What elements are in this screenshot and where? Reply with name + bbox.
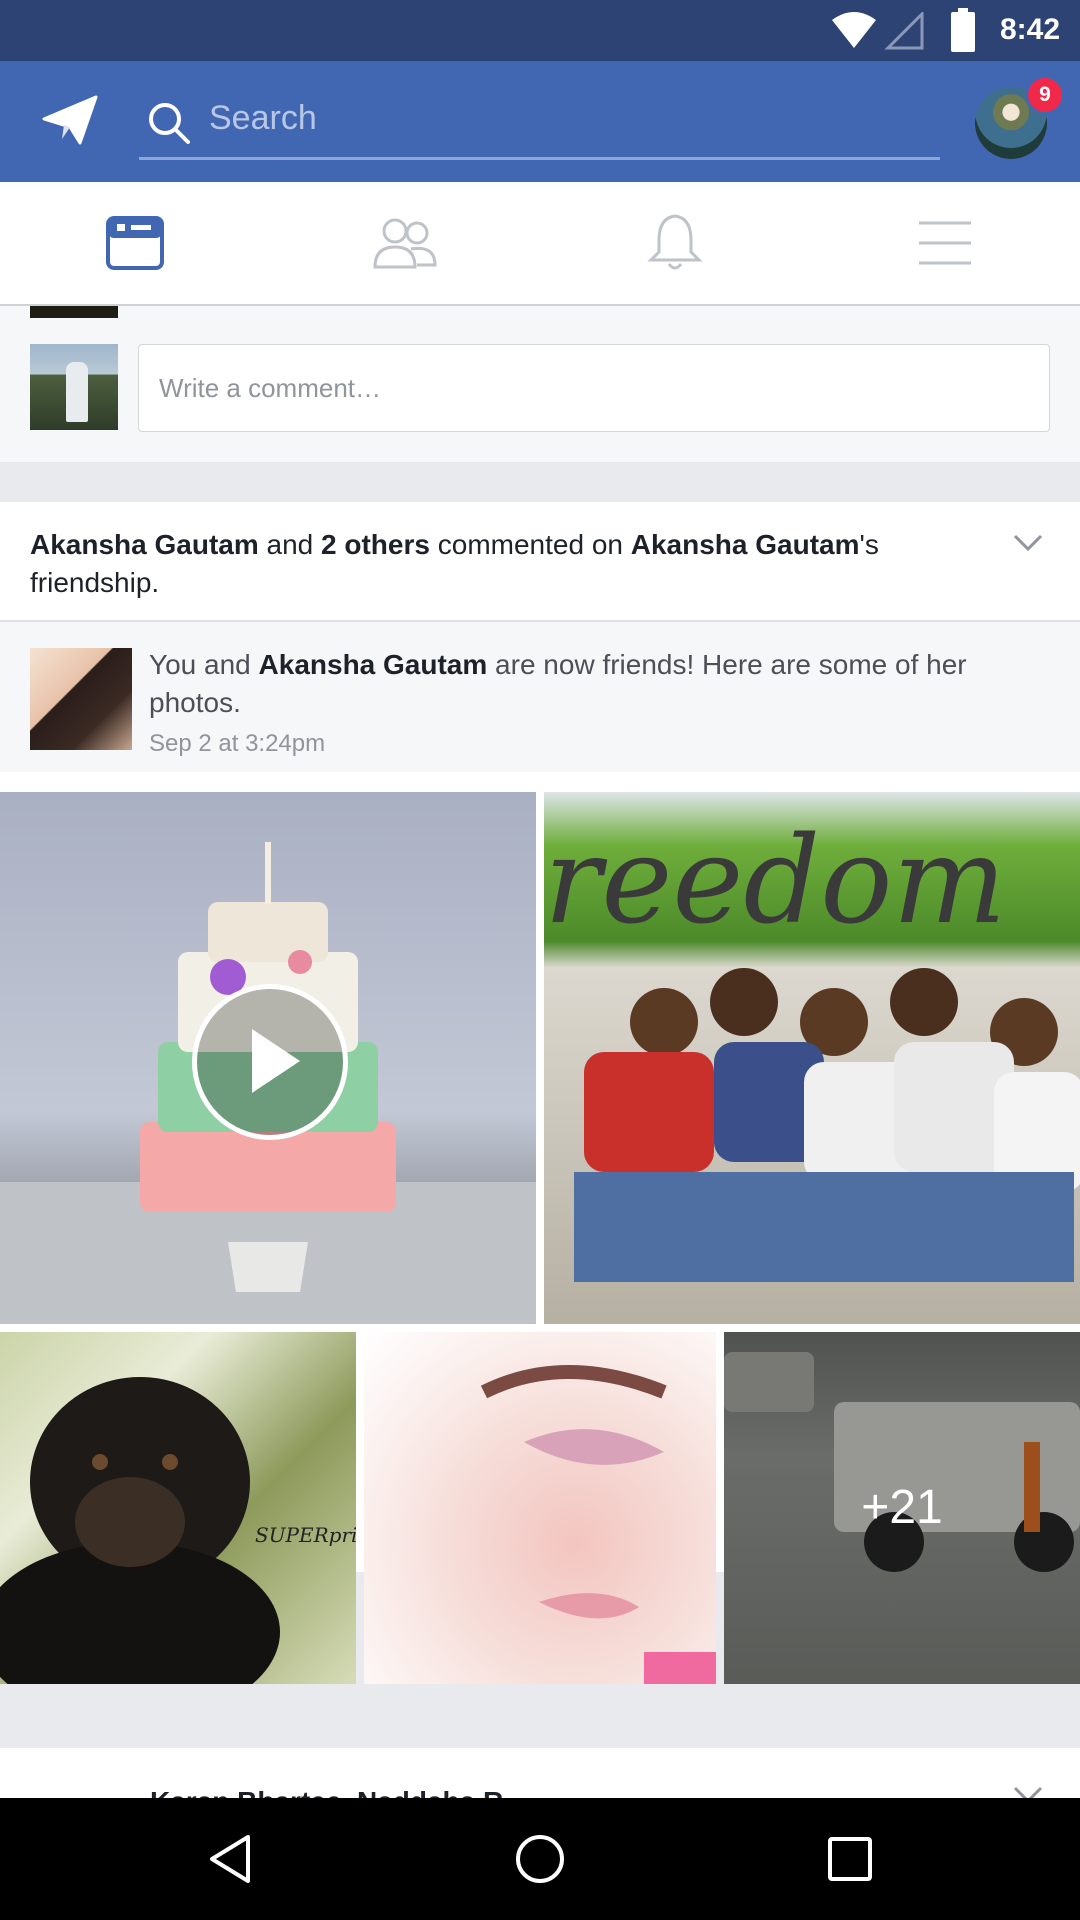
cell-signal-icon xyxy=(884,12,924,50)
friendship-text: You and Akansha Gautam are now friends! … xyxy=(149,649,967,718)
story-target[interactable]: Akansha Gautam xyxy=(631,529,860,560)
news-feed[interactable]: Write a comment… Akansha Gautam and 2 ot… xyxy=(0,306,1080,1798)
post-timestamp[interactable]: Sep 2 at 3:24pm xyxy=(149,730,325,758)
search-input[interactable]: Search xyxy=(139,85,940,160)
tab-friends[interactable] xyxy=(270,182,540,304)
friends-icon xyxy=(373,218,437,269)
commenter-avatar[interactable] xyxy=(30,344,118,430)
home-icon[interactable] xyxy=(510,1829,570,1889)
status-bar: 8:42 xyxy=(0,0,1080,61)
face-illustration xyxy=(480,1365,716,1684)
story-others[interactable]: 2 others xyxy=(321,529,430,560)
news-feed-icon xyxy=(106,216,164,270)
hamburger-menu-icon xyxy=(919,221,971,265)
friend-avatar[interactable] xyxy=(30,648,132,750)
tab-bar xyxy=(0,182,1080,306)
dog-illustration: SUPERpride xyxy=(0,1377,356,1684)
next-story-card: Karan Bhartee, Naddaha R xyxy=(0,1748,1080,1798)
play-button[interactable] xyxy=(192,984,348,1140)
photo-more[interactable]: +21 xyxy=(724,1332,1080,1684)
status-time: 8:42 xyxy=(999,13,1060,46)
friends-photo-illustration: reedom xyxy=(544,812,1080,1282)
dog-watermark: SUPERpride xyxy=(255,1523,356,1547)
wifi-icon xyxy=(832,12,876,48)
next-story-title[interactable]: Karan Bhartee, Naddaha R xyxy=(150,1786,503,1798)
chevron-down-icon[interactable] xyxy=(1012,1784,1044,1798)
tab-menu[interactable] xyxy=(810,182,1080,304)
more-photos-count: +21 xyxy=(861,1481,943,1534)
messenger-icon[interactable] xyxy=(40,91,100,151)
comment-input[interactable]: Write a comment… xyxy=(138,344,1050,432)
story-header: Akansha Gautam and 2 others commented on… xyxy=(0,502,1080,622)
back-icon[interactable] xyxy=(200,1829,260,1889)
system-nav-bar xyxy=(0,1798,1080,1920)
photo-friends-group[interactable]: reedom xyxy=(544,792,1080,1324)
app-header: Search 9 xyxy=(0,61,1080,182)
photo-cake-video[interactable] xyxy=(0,792,536,1324)
svg-text:reedom: reedom xyxy=(544,812,1006,951)
tab-notifications[interactable] xyxy=(540,182,810,304)
previous-post-thumbnail xyxy=(30,306,118,318)
photo-dog[interactable]: SUPERpride xyxy=(0,1332,356,1684)
story-actor[interactable]: Akansha Gautam xyxy=(30,529,259,560)
comment-placeholder: Write a comment… xyxy=(159,373,382,403)
notification-badge: 9 xyxy=(1026,76,1064,114)
battery-icon xyxy=(951,8,975,52)
tab-news-feed[interactable] xyxy=(0,182,270,304)
search-placeholder: Search xyxy=(209,99,317,137)
chevron-down-icon[interactable] xyxy=(1012,532,1044,554)
photo-face-makeup[interactable] xyxy=(364,1332,716,1684)
search-icon xyxy=(149,103,190,144)
friend-name-link[interactable]: Akansha Gautam xyxy=(259,649,488,680)
story-title: Akansha Gautam and 2 others commented on… xyxy=(30,529,879,598)
comment-section: Write a comment… xyxy=(0,306,1080,462)
recents-icon[interactable] xyxy=(820,1829,880,1889)
friendship-post: You and Akansha Gautam are now friends! … xyxy=(0,622,1080,772)
bell-icon xyxy=(647,214,703,270)
story-card: Akansha Gautam and 2 others commented on… xyxy=(0,502,1080,1684)
